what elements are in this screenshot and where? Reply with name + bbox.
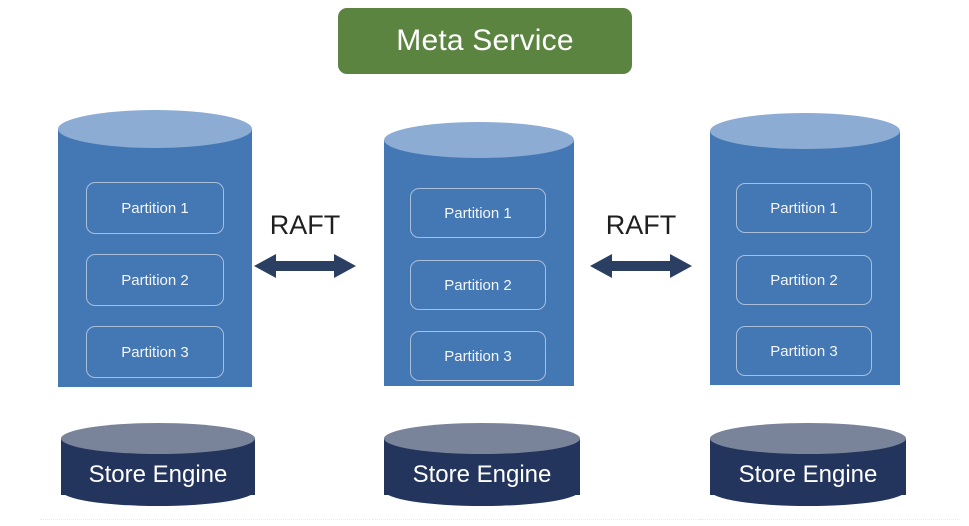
meta-service-label: Meta Service (396, 24, 574, 57)
partition-label: Partition 1 (121, 199, 189, 217)
diagram-canvas: Meta Service Partition 1 Partition 2 Par… (0, 0, 969, 526)
cylinder-top-ellipse (58, 110, 252, 148)
partition-cylinder-2: Partition 1 Partition 2 Partition 3 (384, 122, 574, 406)
partition-label: Partition 2 (770, 271, 838, 289)
slide-guide-line (700, 519, 960, 520)
partition-box[interactable]: Partition 3 (736, 326, 872, 376)
partition-label: Partition 3 (770, 342, 838, 360)
partition-cylinder-1: Partition 1 Partition 2 Partition 3 (58, 110, 252, 406)
partition-box[interactable]: Partition 3 (410, 331, 546, 381)
raft-label: RAFT (605, 210, 677, 240)
storage-node-1: Partition 1 Partition 2 Partition 3 Stor… (58, 110, 255, 506)
partition-label: Partition 1 (444, 204, 512, 222)
raft-connector-1: RAFT (254, 212, 356, 282)
partition-box[interactable]: Partition 1 (410, 188, 546, 238)
raft-label: RAFT (269, 210, 341, 240)
store-engine-top-ellipse (61, 423, 255, 454)
store-engine-cylinder-2[interactable]: Store Engine (384, 423, 580, 515)
store-engine-cylinder-3[interactable]: Store Engine (710, 423, 906, 515)
storage-node-2: Partition 1 Partition 2 Partition 3 Stor… (384, 122, 580, 506)
partition-label: Partition 2 (444, 276, 512, 294)
partition-box[interactable]: Partition 1 (86, 182, 224, 234)
storage-node-3: Partition 1 Partition 2 Partition 3 Stor… (710, 113, 906, 506)
partition-label: Partition 3 (121, 343, 189, 361)
slide-guide-line (40, 519, 370, 520)
store-engine-top-ellipse (384, 423, 580, 454)
partition-box[interactable]: Partition 2 (86, 254, 224, 306)
store-engine-cylinder-1[interactable]: Store Engine (61, 423, 255, 515)
cylinder-top-ellipse (384, 122, 574, 158)
partition-label: Partition 2 (121, 271, 189, 289)
partition-box[interactable]: Partition 3 (86, 326, 224, 378)
double-headed-arrow-icon (254, 254, 356, 278)
partition-cylinder-3: Partition 1 Partition 2 Partition 3 (710, 113, 900, 405)
store-engine-label: Store Engine (738, 461, 878, 488)
partition-label: Partition 3 (444, 347, 512, 365)
slide-guide-line (372, 519, 702, 520)
store-engine-top-ellipse (710, 423, 906, 454)
meta-service-box[interactable]: Meta Service (338, 8, 632, 74)
partition-box[interactable]: Partition 2 (410, 260, 546, 310)
store-engine-label: Store Engine (412, 461, 552, 488)
partition-label: Partition 1 (770, 199, 838, 217)
double-headed-arrow-icon (590, 254, 692, 278)
partition-box[interactable]: Partition 1 (736, 183, 872, 233)
store-engine-label: Store Engine (88, 461, 228, 488)
cylinder-top-ellipse (710, 113, 900, 149)
partition-box[interactable]: Partition 2 (736, 255, 872, 305)
raft-connector-2: RAFT (590, 212, 692, 282)
